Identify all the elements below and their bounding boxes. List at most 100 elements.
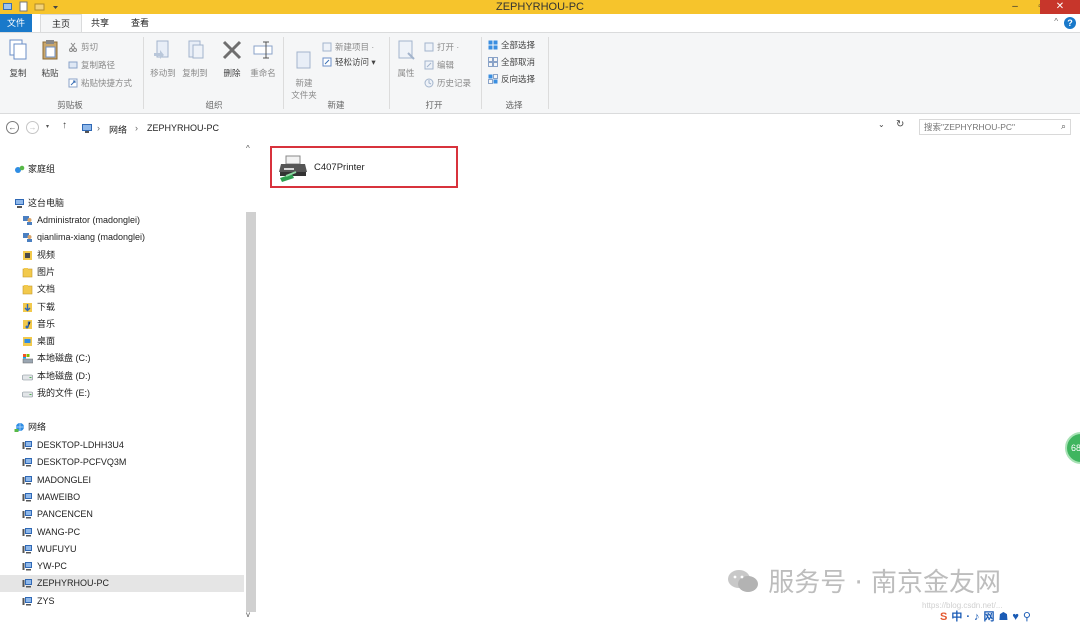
breadcrumb-network[interactable]: 网络 xyxy=(109,123,127,136)
ime-chinese-mode[interactable]: 中 xyxy=(951,611,962,623)
address-history-dropdown[interactable]: ⌄ xyxy=(878,120,885,129)
history-button[interactable]: 历史记录 xyxy=(424,76,471,90)
nav-item-music[interactable]: 音乐 xyxy=(0,316,244,333)
paste-button[interactable]: 粘贴 xyxy=(36,39,64,79)
desktop-folder-icon xyxy=(23,337,32,347)
nav-item-wang-pc[interactable]: WANG-PC xyxy=(0,524,244,541)
group-divider xyxy=(143,37,144,109)
nav-item-desktop-pcfvq3m[interactable]: DESKTOP-PCFVQ3M xyxy=(0,454,244,471)
easy-access-button[interactable]: 轻松访问 ▾ xyxy=(322,55,376,69)
refresh-button[interactable]: ↻ xyxy=(896,119,904,130)
wechat-icon xyxy=(728,570,758,592)
drive-icon xyxy=(22,391,33,398)
nav-item-qianlima-xiang[interactable]: qianlima-xiang (madonglei) xyxy=(0,229,244,246)
ime-voice-icon[interactable]: ♪ xyxy=(974,611,980,623)
up-button[interactable]: ↑ xyxy=(62,120,67,131)
user-icon xyxy=(23,233,32,243)
copy-path-button[interactable]: 复制路径 xyxy=(68,58,115,72)
tab-file[interactable]: 文件 xyxy=(0,14,32,32)
nav-item-desktop-ldhh3u4[interactable]: DESKTOP-LDHH3U4 xyxy=(0,437,244,454)
network-computer-icon xyxy=(22,510,32,519)
nav-item-documents[interactable]: 文档 xyxy=(0,281,244,298)
network-computer-icon xyxy=(22,596,32,606)
nav-item-wufuyu[interactable]: WUFUYU xyxy=(0,541,244,558)
recent-locations-chevron-icon[interactable]: ▾ xyxy=(46,123,49,130)
breadcrumb-computer[interactable]: ZEPHYRHOU-PC xyxy=(147,123,219,133)
window-title: ZEPHYRHOU-PC xyxy=(495,1,584,13)
delete-button[interactable]: 删除 xyxy=(219,39,245,79)
select-none-button[interactable]: 全部取消 xyxy=(488,55,535,69)
nav-item-zephyrhou-pc[interactable]: ZEPHYRHOU-PC xyxy=(0,575,244,593)
nav-item-label: ZEPHYRHOU-PC xyxy=(37,578,110,589)
nav-item-maweibo[interactable]: MAWEIBO xyxy=(0,489,244,506)
move-to-icon xyxy=(154,40,169,59)
copy-label: 复制 xyxy=(9,68,27,78)
open-button[interactable]: 打开 · xyxy=(424,40,459,54)
invert-selection-button[interactable]: 反向选择 xyxy=(488,72,535,86)
ime-punctuation-icon[interactable]: · xyxy=(966,611,970,623)
network-computer-icon xyxy=(22,441,32,450)
nav-item-downloads[interactable]: 下载 xyxy=(0,299,244,316)
printer-item[interactable]: C407Printer xyxy=(270,146,458,188)
nav-item-local-disk-d[interactable]: 本地磁盘 (D:) xyxy=(0,368,244,385)
nav-item-madonglei[interactable]: MADONGLEI xyxy=(0,472,244,489)
collapse-ribbon-button[interactable]: ^ xyxy=(1054,17,1058,26)
ime-logo-icon[interactable]: S xyxy=(940,611,947,623)
nav-item-desktop[interactable]: 桌面 xyxy=(0,333,244,350)
edit-button[interactable]: 编辑 xyxy=(424,58,454,72)
rename-button[interactable]: 重命名 xyxy=(248,39,278,79)
cut-label: 剪切 xyxy=(81,42,99,52)
search-input[interactable] xyxy=(924,120,1052,134)
nav-item-my-files-e[interactable]: 我的文件 (E:) xyxy=(0,385,244,402)
scroll-up-icon[interactable]: ^ xyxy=(246,144,250,153)
ime-skin-icon[interactable]: ♥ xyxy=(1012,611,1019,623)
nav-item-yw-pc[interactable]: YW-PC xyxy=(0,558,244,575)
navigation-pane-scrollbar[interactable]: ^ v xyxy=(244,140,258,622)
properties-label: 属性 xyxy=(397,68,415,78)
clipboard-group-label: 剪贴板 xyxy=(57,100,83,110)
copy-to-button[interactable]: 复制到 xyxy=(180,39,210,79)
help-icon[interactable]: ? xyxy=(1064,17,1076,29)
copy-button[interactable]: 复制 xyxy=(4,39,32,79)
network-icon xyxy=(14,423,24,432)
back-button[interactable]: ← xyxy=(6,121,19,134)
copy-path-icon xyxy=(68,61,78,69)
tab-home[interactable]: 主页 xyxy=(40,14,82,32)
forward-button[interactable]: → xyxy=(26,121,39,134)
breadcrumb-separator: › xyxy=(135,123,138,133)
nav-item-zys[interactable]: ZYS xyxy=(0,593,244,610)
open-icon xyxy=(424,42,434,52)
file-list-area[interactable] xyxy=(258,140,1080,622)
move-to-button[interactable]: 移动到 xyxy=(148,39,178,79)
nav-item-administrator[interactable]: Administrator (madonglei) xyxy=(0,212,244,229)
address-bar[interactable]: › 网络 › ZEPHYRHOU-PC xyxy=(78,120,893,136)
minimize-button[interactable]: – xyxy=(1002,0,1028,14)
nav-item-network[interactable]: 网络 xyxy=(0,419,244,436)
cut-button[interactable]: 剪切 xyxy=(68,40,98,54)
search-box[interactable]: ⌕ xyxy=(919,119,1071,135)
ime-tools-icon[interactable]: ⚲ xyxy=(1023,611,1031,623)
nav-item-label: WANG-PC xyxy=(37,526,81,537)
scroll-thumb[interactable] xyxy=(246,212,256,612)
ime-network-icon[interactable]: 网 xyxy=(984,611,995,623)
nav-item-pictures[interactable]: 图片 xyxy=(0,264,244,281)
ime-toolbar[interactable]: S 中 · ♪ 网 ☗ ♥ ⚲ xyxy=(940,608,1035,623)
close-button[interactable]: ✕ xyxy=(1040,0,1080,14)
select-all-button[interactable]: 全部选择 xyxy=(488,38,535,52)
video-folder-icon xyxy=(23,250,32,260)
tab-share[interactable]: 共享 xyxy=(86,14,114,32)
nav-item-pancencen[interactable]: PANCENCEN xyxy=(0,506,244,523)
paste-shortcut-button[interactable]: 粘贴快捷方式 xyxy=(68,76,132,90)
nav-item-label: 下载 xyxy=(37,301,56,312)
select-all-icon xyxy=(488,40,498,50)
scroll-down-icon[interactable]: v xyxy=(246,610,250,619)
nav-item-homegroup[interactable]: 家庭组 xyxy=(0,161,244,178)
nav-item-this-pc[interactable]: 这台电脑 xyxy=(0,195,244,212)
nav-item-local-disk-c[interactable]: 本地磁盘 (C:) xyxy=(0,350,244,367)
tab-view[interactable]: 查看 xyxy=(126,14,154,32)
new-item-button[interactable]: 新建项目 · xyxy=(322,40,374,54)
properties-button[interactable]: 属性 xyxy=(393,39,419,79)
nav-item-videos[interactable]: 视频 xyxy=(0,247,244,264)
ime-user-icon[interactable]: ☗ xyxy=(999,611,1009,623)
search-icon[interactable]: ⌕ xyxy=(1061,121,1066,132)
